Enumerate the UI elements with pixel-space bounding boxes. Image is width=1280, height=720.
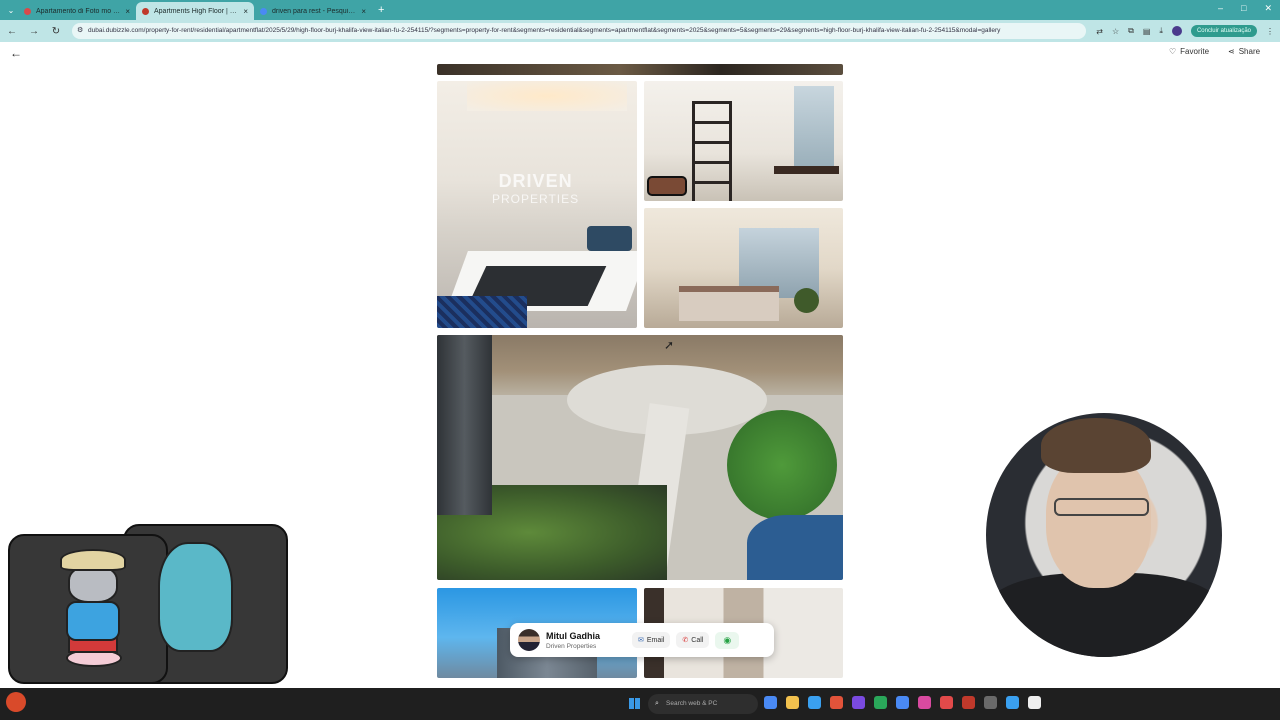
taskbar-search-placeholder: Search web & PC	[666, 700, 718, 707]
minimize-icon[interactable]: –	[1218, 3, 1223, 14]
email-icon: ✉	[638, 637, 644, 644]
share-icon: ⋖	[1228, 47, 1235, 56]
browser-tab-3[interactable]: driven para rest - Pesquisa no ×	[254, 2, 372, 20]
translate-icon[interactable]: ⇄	[1096, 27, 1103, 36]
new-tab-button[interactable]: +	[378, 4, 384, 16]
taskbar-app-icon[interactable]	[962, 696, 975, 709]
call-button[interactable]: ✆ Call	[676, 632, 710, 648]
gallery-back-button[interactable]: ←	[10, 46, 22, 60]
menu-icon[interactable]: ⋮	[1266, 27, 1274, 36]
windows-taskbar: ⌕ Search web & PC	[0, 688, 1280, 720]
windows-start-icon[interactable]	[629, 698, 640, 709]
driven-watermark-logo: DRIVEN PROPERTIES	[492, 171, 579, 206]
watermark-line1: DRIVEN	[498, 171, 573, 191]
extensions-icon[interactable]: ⧉	[1128, 26, 1134, 36]
agent-info: Mitul Gadhia Driven Properties	[546, 631, 626, 650]
taskbar-app-icon[interactable]	[764, 696, 777, 709]
taskbar-app-icon[interactable]	[918, 696, 931, 709]
favorite-button[interactable]: ♡ Favorite	[1169, 47, 1209, 56]
watermark-line2: PROPERTIES	[492, 192, 580, 206]
whatsapp-button[interactable]: ◉	[715, 631, 740, 649]
gallery-photo-bedroom[interactable]: DRIVEN PROPERTIES	[437, 81, 637, 328]
gallery-photo-study[interactable]	[644, 81, 843, 201]
weather-icon[interactable]	[6, 692, 26, 712]
tab-title: Apartamento di Foto mo florid in	[36, 7, 121, 15]
taskbar-app-icon[interactable]	[874, 696, 887, 709]
browser-tab-bar: ⌄ Apartamento di Foto mo florid in × Apa…	[0, 0, 1280, 20]
close-tab-icon[interactable]: ×	[361, 7, 366, 16]
cartoon-blue-cat	[158, 542, 233, 652]
tab-title: Apartments High Floor | Burj K	[154, 7, 239, 15]
toolbar-icons: ⇄ ☆ ⧉ ▤ ⤓ Concluir atualização ⋮	[1096, 25, 1274, 37]
sidebar-icon[interactable]: ▤	[1143, 27, 1151, 36]
profile-avatar[interactable]	[1171, 26, 1182, 36]
forward-nav-icon[interactable]: →	[28, 26, 40, 37]
site-info-icon[interactable]: ⚙	[77, 23, 83, 39]
agent-company: Driven Properties	[546, 642, 597, 650]
reload-icon[interactable]: ↻	[50, 26, 62, 37]
share-button[interactable]: ⋖ Share	[1228, 47, 1260, 56]
taskbar-app-icon[interactable]	[940, 696, 953, 709]
gallery-photo-previous[interactable]	[437, 64, 843, 75]
maximize-icon[interactable]: □	[1241, 3, 1246, 14]
url-text: dubai.dubizzle.com/property-for-rent/res…	[88, 27, 1001, 34]
tab-favicon-icon	[24, 7, 31, 15]
mouse-cursor-icon: ➚	[664, 338, 675, 352]
taskbar-app-icon[interactable]	[984, 696, 997, 709]
whatsapp-icon: ◉	[723, 634, 732, 645]
email-button[interactable]: ✉ Email	[632, 632, 671, 648]
cartoon-cat-with-hat	[58, 549, 128, 669]
taskbar-app-icon[interactable]	[1006, 696, 1019, 709]
window-controls: – □ ✕	[1218, 3, 1272, 14]
tab-search-icon[interactable]: ⌄	[4, 6, 18, 15]
taskbar-apps	[764, 696, 1041, 709]
gallery-header: ← ♡ Favorite ⋖ Share	[0, 44, 1280, 64]
webcam-overlay	[986, 413, 1222, 657]
taskbar-app-icon[interactable]	[896, 696, 909, 709]
close-tab-icon[interactable]: ×	[125, 7, 130, 16]
phone-icon: ✆	[682, 637, 689, 644]
gallery-photo-aerial-view[interactable]	[437, 335, 843, 580]
agent-contact-bar: Mitul Gadhia Driven Properties ✉ Email ✆…	[510, 623, 774, 657]
taskbar-search-input[interactable]: ⌕ Search web & PC	[648, 694, 758, 714]
taskbar-app-icon[interactable]	[808, 696, 821, 709]
search-icon: ⌕	[655, 700, 659, 707]
download-icon[interactable]: ⤓	[1159, 26, 1163, 36]
bookmark-star-icon[interactable]: ☆	[1112, 27, 1119, 36]
taskbar-app-icon[interactable]	[830, 696, 843, 709]
address-bar-row: ← → ↻ ⚙ dubai.dubizzle.com/property-for-…	[0, 20, 1280, 42]
favorite-label: Favorite	[1180, 47, 1210, 56]
browser-tab-1[interactable]: Apartamento di Foto mo florid in ×	[18, 2, 136, 20]
close-tab-icon[interactable]: ×	[243, 7, 248, 16]
call-label: Call	[691, 636, 704, 644]
tab-title: driven para rest - Pesquisa no	[272, 7, 358, 15]
email-label: Email	[646, 636, 665, 644]
share-label: Share	[1238, 47, 1261, 56]
taskbar-app-icon[interactable]	[1028, 696, 1041, 709]
tab-favicon-icon	[142, 7, 149, 15]
url-input[interactable]: ⚙ dubai.dubizzle.com/property-for-rent/r…	[72, 23, 1087, 39]
agent-name: Mitul Gadhia	[546, 630, 600, 641]
heart-icon: ♡	[1169, 47, 1177, 56]
tab-favicon-icon	[260, 7, 267, 15]
taskbar-app-icon[interactable]	[852, 696, 865, 709]
taskbar-app-icon[interactable]	[786, 696, 799, 709]
back-nav-icon[interactable]: ←	[6, 26, 18, 37]
update-button[interactable]: Concluir atualização	[1190, 25, 1257, 37]
gallery-photo-bedroom-2[interactable]	[644, 208, 843, 328]
cartoon-cats-overlay	[8, 524, 288, 688]
browser-tab-2[interactable]: Apartments High Floor | Burj K ×	[136, 2, 254, 20]
close-window-icon[interactable]: ✕	[1264, 3, 1272, 14]
agent-avatar	[518, 629, 540, 651]
